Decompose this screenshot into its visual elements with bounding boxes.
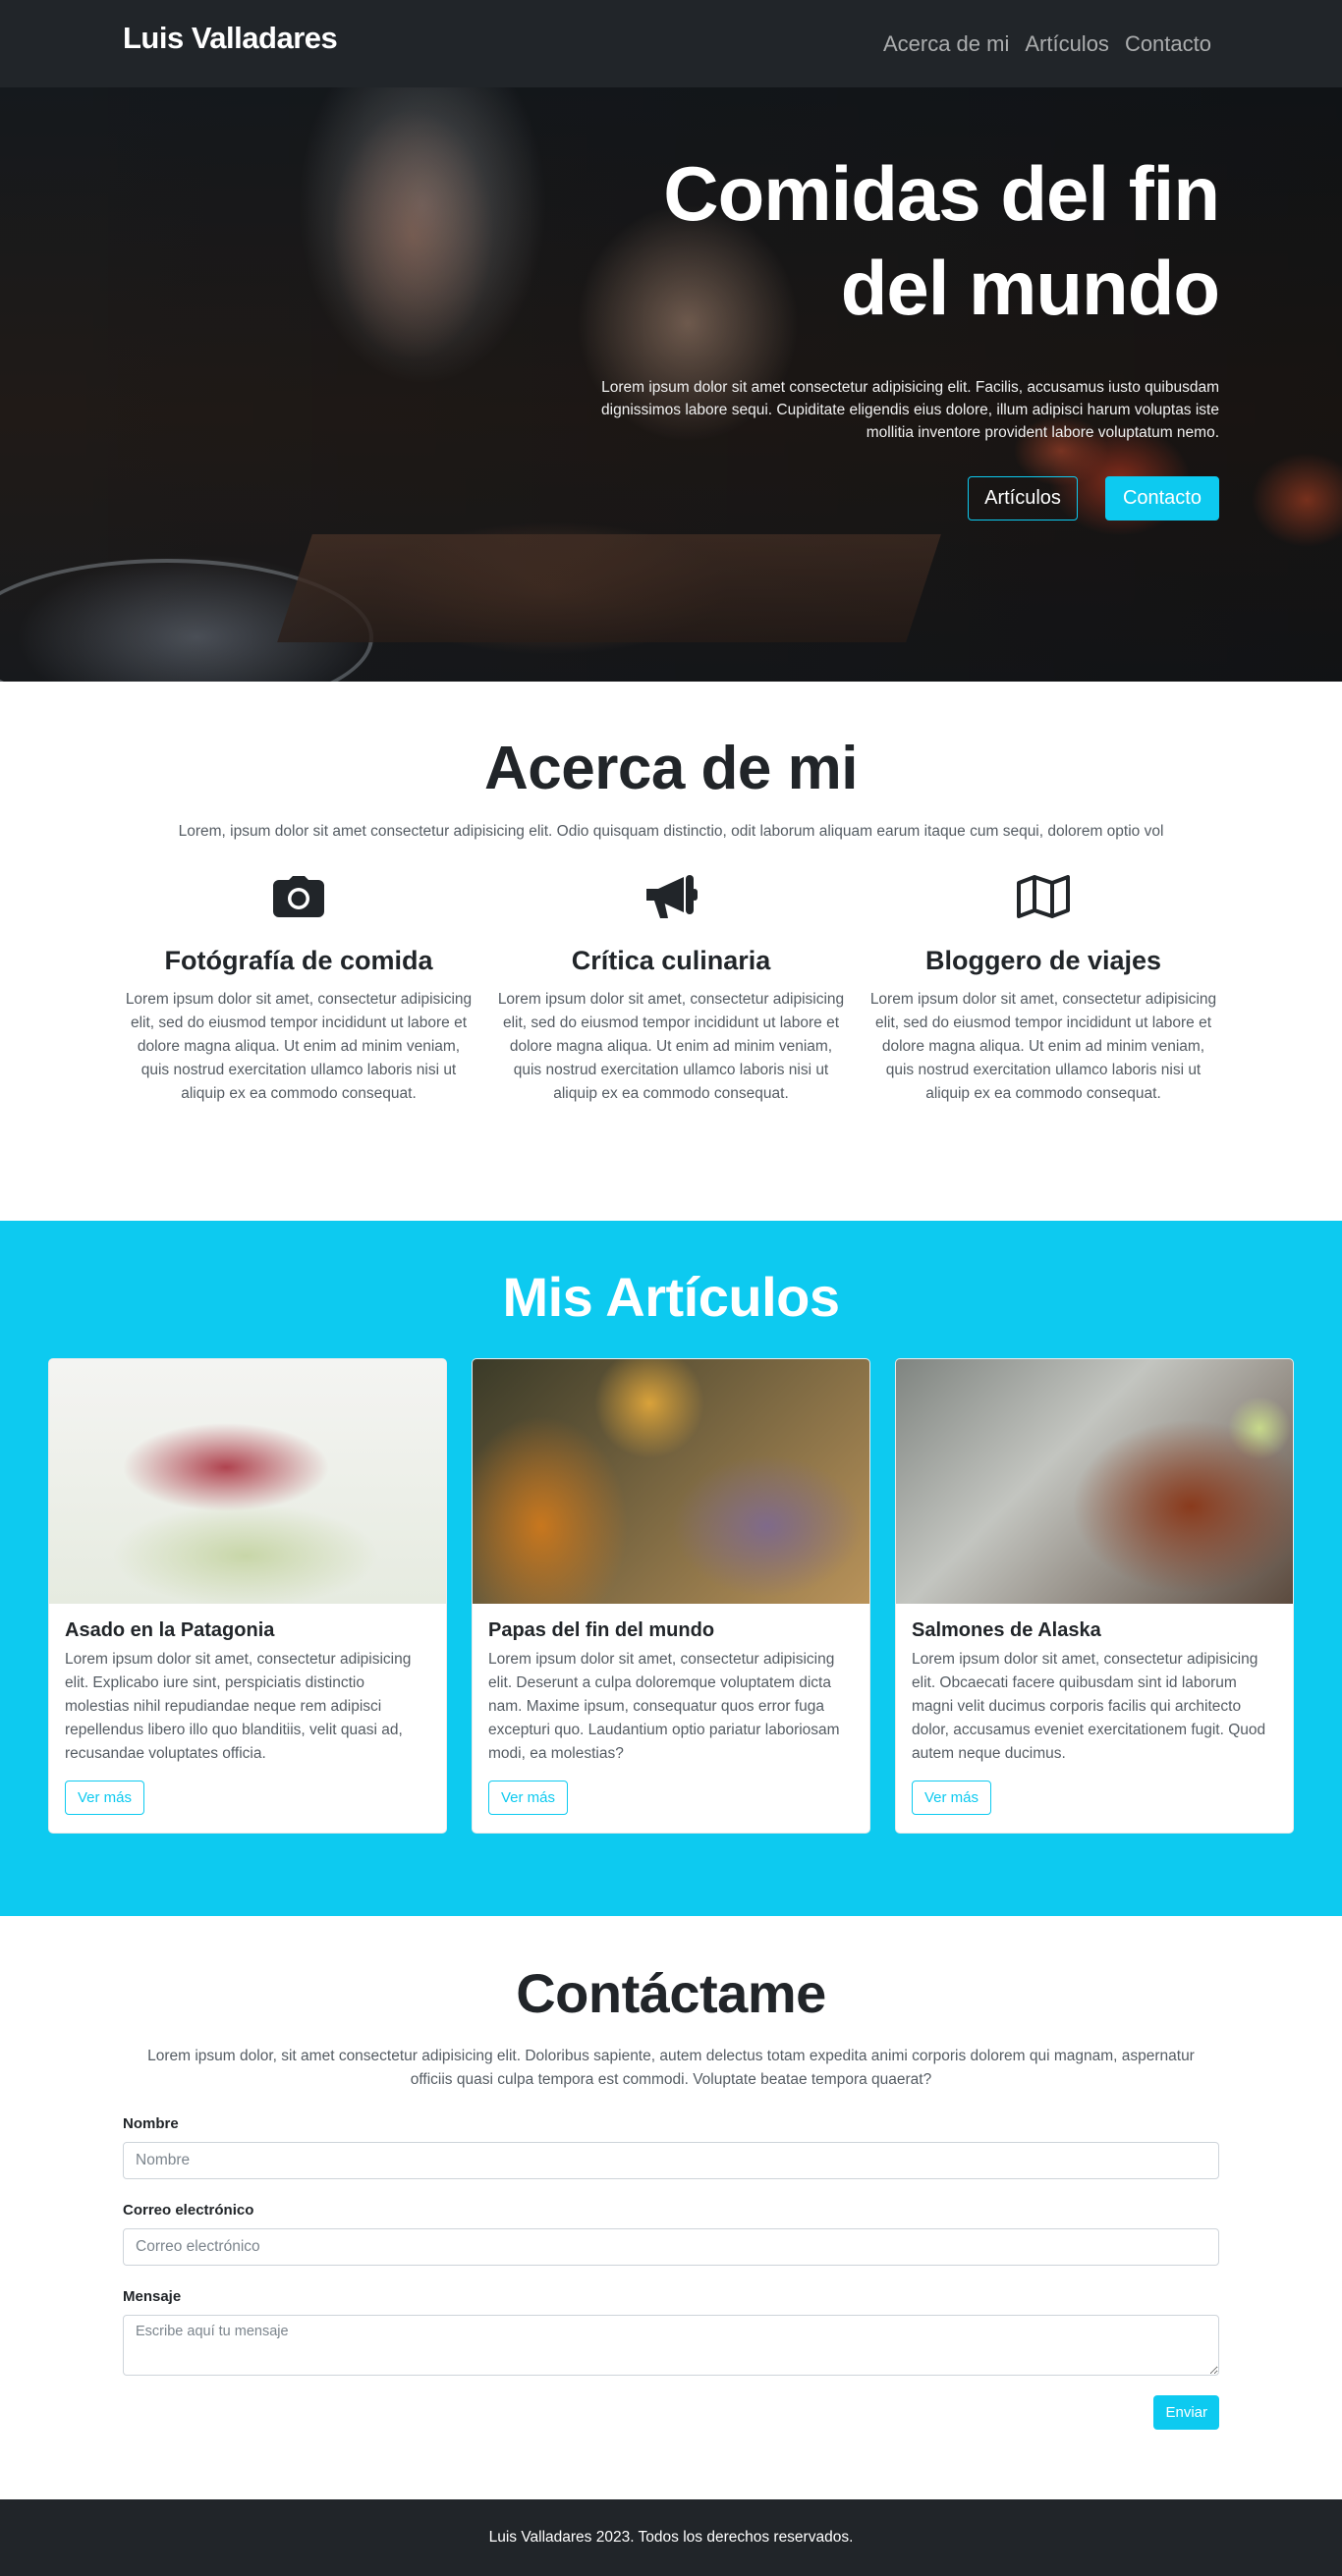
hero: Comidas del fin del mundo Lorem ipsum do… bbox=[0, 87, 1342, 682]
article-card: Salmones de Alaska Lorem ipsum dolor sit… bbox=[895, 1358, 1294, 1834]
about-section: Acerca de mi Lorem, ipsum dolor sit amet… bbox=[0, 682, 1342, 1221]
articles-title: Mis Artículos bbox=[502, 1266, 840, 1328]
feature-text: Lorem ipsum dolor sit amet, consectetur … bbox=[125, 991, 473, 1102]
feature-text: Lorem ipsum dolor sit amet, consectetur … bbox=[869, 991, 1217, 1102]
article-image-tuna bbox=[49, 1359, 446, 1604]
card-body: Asado en la Patagonia Lorem ipsum dolor … bbox=[49, 1604, 446, 1833]
submit-row: Enviar bbox=[123, 2395, 1219, 2430]
card-text: Lorem ipsum dolor sit amet, consectetur … bbox=[65, 1651, 412, 1762]
card-body: Salmones de Alaska Lorem ipsum dolor sit… bbox=[896, 1604, 1293, 1833]
read-more-button[interactable]: Ver más bbox=[488, 1781, 569, 1815]
megaphone-icon bbox=[495, 872, 847, 921]
name-group: Nombre bbox=[123, 2115, 1219, 2179]
hero-buttons: Artículos Contacto bbox=[590, 476, 1219, 521]
nav-link-about[interactable]: Acerca de mi bbox=[883, 31, 1009, 57]
contact-title: Contáctame bbox=[516, 1962, 826, 2024]
feature-food-photography: Fotógrafía de comida Lorem ipsum dolor s… bbox=[123, 872, 475, 1106]
article-image-salmon bbox=[896, 1359, 1293, 1604]
contact-section: Contáctame Lorem ipsum dolor, sit amet c… bbox=[0, 1916, 1342, 2499]
navbar-inner: Luis Valladares Acerca de mi Artículos C… bbox=[123, 21, 1219, 57]
feature-text: Lorem ipsum dolor sit amet, consectetur … bbox=[497, 991, 845, 1102]
feature-title: Bloggero de viajes bbox=[924, 946, 1162, 975]
nav-link-contact[interactable]: Contacto bbox=[1125, 31, 1211, 57]
nav-links: Acerca de mi Artículos Contacto bbox=[883, 31, 1211, 57]
submit-button[interactable]: Enviar bbox=[1153, 2395, 1219, 2430]
message-label: Mensaje bbox=[123, 2288, 182, 2305]
card-text: Lorem ipsum dolor sit amet, consectetur … bbox=[488, 1651, 840, 1762]
hero-title-line1: Comidas del fin bbox=[663, 150, 1220, 237]
about-title: Acerca de mi bbox=[484, 735, 859, 802]
contact-intro: Lorem ipsum dolor, sit amet consectetur … bbox=[147, 2048, 1195, 2088]
hero-title: Comidas del fin del mundo bbox=[590, 146, 1220, 335]
card-text: Lorem ipsum dolor sit amet, consectetur … bbox=[912, 1651, 1266, 1762]
nav-link-articles[interactable]: Artículos bbox=[1025, 31, 1109, 57]
name-label: Nombre bbox=[123, 2115, 179, 2132]
footer: Luis Valladares 2023. Todos los derechos… bbox=[0, 2499, 1342, 2576]
brand-link[interactable]: Luis Valladares bbox=[123, 21, 338, 56]
feature-travel-blogger: Bloggero de viajes Lorem ipsum dolor sit… bbox=[867, 872, 1219, 1106]
article-card: Papas del fin del mundo Lorem ipsum dolo… bbox=[472, 1358, 870, 1834]
card-title: Salmones de Alaska bbox=[912, 1619, 1101, 1641]
feature-title: Fotógrafía de comida bbox=[164, 946, 433, 975]
footer-text: Luis Valladares 2023. Todos los derechos… bbox=[488, 2529, 854, 2546]
email-group: Correo electrónico bbox=[123, 2202, 1219, 2266]
read-more-button[interactable]: Ver más bbox=[65, 1781, 145, 1815]
message-textarea[interactable] bbox=[123, 2315, 1219, 2376]
card-title: Asado en la Patagonia bbox=[65, 1619, 275, 1641]
features-row: Fotógrafía de comida Lorem ipsum dolor s… bbox=[123, 872, 1219, 1106]
card-title: Papas del fin del mundo bbox=[488, 1619, 715, 1641]
hero-articles-button[interactable]: Artículos bbox=[968, 476, 1078, 521]
email-input[interactable] bbox=[123, 2228, 1219, 2266]
email-label: Correo electrónico bbox=[123, 2202, 254, 2219]
article-image-potatoes bbox=[473, 1359, 869, 1604]
feature-title: Crítica culinaria bbox=[571, 946, 771, 975]
name-input[interactable] bbox=[123, 2142, 1219, 2179]
hero-title-line2: del mundo bbox=[840, 245, 1220, 331]
article-card: Asado en la Patagonia Lorem ipsum dolor … bbox=[48, 1358, 447, 1834]
card-body: Papas del fin del mundo Lorem ipsum dolo… bbox=[473, 1604, 869, 1833]
article-cards: Asado en la Patagonia Lorem ipsum dolor … bbox=[0, 1358, 1342, 1834]
navbar: Luis Valladares Acerca de mi Artículos C… bbox=[0, 0, 1342, 87]
read-more-button[interactable]: Ver más bbox=[912, 1781, 992, 1815]
map-icon bbox=[867, 872, 1219, 921]
camera-icon bbox=[123, 872, 475, 921]
contact-form: Nombre Correo electrónico Mensaje Enviar bbox=[123, 2115, 1219, 2430]
articles-section: Mis Artículos Asado en la Patagonia Lore… bbox=[0, 1221, 1342, 1916]
hero-contact-button[interactable]: Contacto bbox=[1104, 476, 1219, 521]
about-intro: Lorem, ipsum dolor sit amet consectetur … bbox=[178, 823, 1164, 840]
feature-culinary-critic: Crítica culinaria Lorem ipsum dolor sit … bbox=[495, 872, 847, 1106]
message-group: Mensaje bbox=[123, 2288, 1219, 2381]
hero-content: Comidas del fin del mundo Lorem ipsum do… bbox=[590, 146, 1220, 521]
hero-text: Lorem ipsum dolor sit amet consectetur a… bbox=[601, 379, 1219, 441]
